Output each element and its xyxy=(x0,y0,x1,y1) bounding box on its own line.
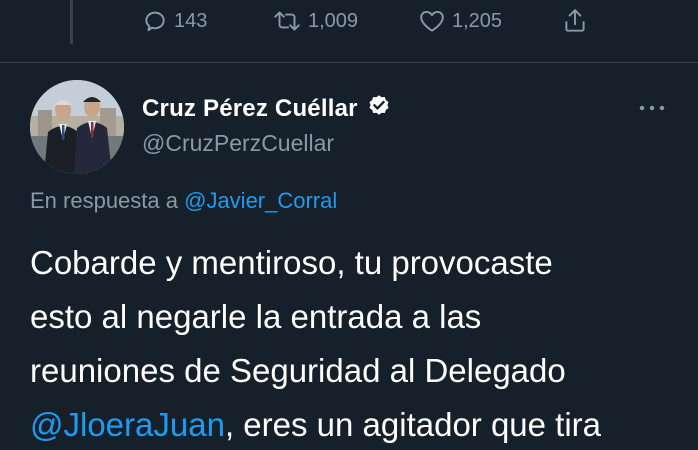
tweet-text-line-4-rest: , eres un agitador que tira xyxy=(224,406,602,443)
reply-to-mention-link[interactable]: @Javier_Corral xyxy=(184,188,337,213)
tweet-mention-link[interactable]: @JloeraJuan xyxy=(30,406,225,443)
tweet-text-line-2: esto al negarle la entrada a las xyxy=(30,298,482,335)
author-handle[interactable]: @CruzPerzCuellar xyxy=(142,130,334,157)
tweet-text-line-3: reuniones de Seguridad al Delegado xyxy=(30,352,566,389)
reply-context-prefix: En respuesta a xyxy=(30,188,178,213)
author-name[interactable]: Cruz Pérez Cuéllar xyxy=(142,92,392,125)
more-options-button[interactable] xyxy=(634,96,670,120)
like-button[interactable]: 1,205 xyxy=(418,4,502,38)
more-options-icon xyxy=(634,105,670,124)
tweet-text: Cobarde y mentiroso, tu provocaste esto … xyxy=(30,236,698,450)
verified-badge-icon xyxy=(366,92,392,125)
share-icon xyxy=(562,7,588,35)
reply-count: 143 xyxy=(174,9,208,32)
retweet-button[interactable]: 1,009 xyxy=(272,4,358,38)
tweet-text-line-4: @JloeraJuan, eres un agitador que tira xyxy=(30,398,698,450)
tweet-divider xyxy=(0,62,698,63)
like-count: 1,205 xyxy=(452,9,503,32)
retweet-icon xyxy=(272,8,302,34)
tweet-text-line-1: Cobarde y mentiroso, tu provocaste xyxy=(30,244,553,281)
heart-icon xyxy=(418,8,446,34)
author-name-text: Cruz Pérez Cuéllar xyxy=(142,94,358,122)
previous-tweet-action-bar: 143 1,009 1,205 xyxy=(0,0,698,44)
reply-context: En respuesta a @Javier_Corral xyxy=(30,188,337,214)
retweet-count: 1,009 xyxy=(308,9,359,32)
author-avatar[interactable] xyxy=(30,80,124,174)
reply-icon xyxy=(142,8,168,34)
share-button[interactable] xyxy=(562,4,588,38)
reply-button[interactable]: 143 xyxy=(142,4,207,38)
tweet-thread-view: 143 1,009 1,205 Cruz Pérez Cuéllar @Cruz… xyxy=(0,0,698,450)
